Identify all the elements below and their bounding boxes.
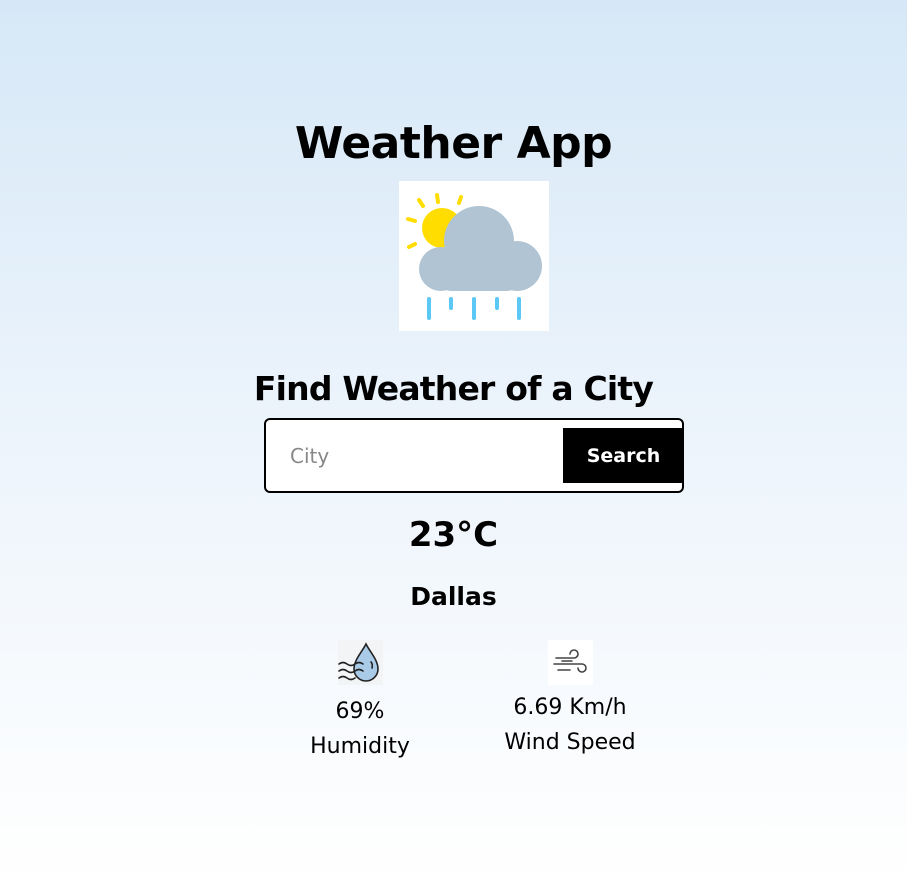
city-search-input[interactable] xyxy=(266,420,562,491)
weather-app: Weather App Find Weather of a City City … xyxy=(0,0,907,885)
humidity-value: 69% xyxy=(335,699,385,724)
sun-cloud-rain-icon xyxy=(399,181,549,331)
wind-value: 6.69 Km/h xyxy=(513,695,627,720)
wind-label: Wind Speed xyxy=(504,730,636,755)
city-name: Dallas xyxy=(410,582,497,611)
search-heading: Find Weather of a City xyxy=(253,369,654,408)
search-form: Search xyxy=(264,418,684,493)
wind-stat: 6.69 Km/h Wind Speed xyxy=(470,640,670,760)
wind-icon xyxy=(547,640,593,685)
temperature: 23°C xyxy=(408,515,499,555)
app-title: Weather App xyxy=(294,118,613,169)
search-button[interactable]: Search xyxy=(563,428,682,483)
humidity-stat: 69% Humidity xyxy=(280,640,440,764)
humidity-label: Humidity xyxy=(310,734,410,759)
humidity-icon xyxy=(337,640,383,685)
